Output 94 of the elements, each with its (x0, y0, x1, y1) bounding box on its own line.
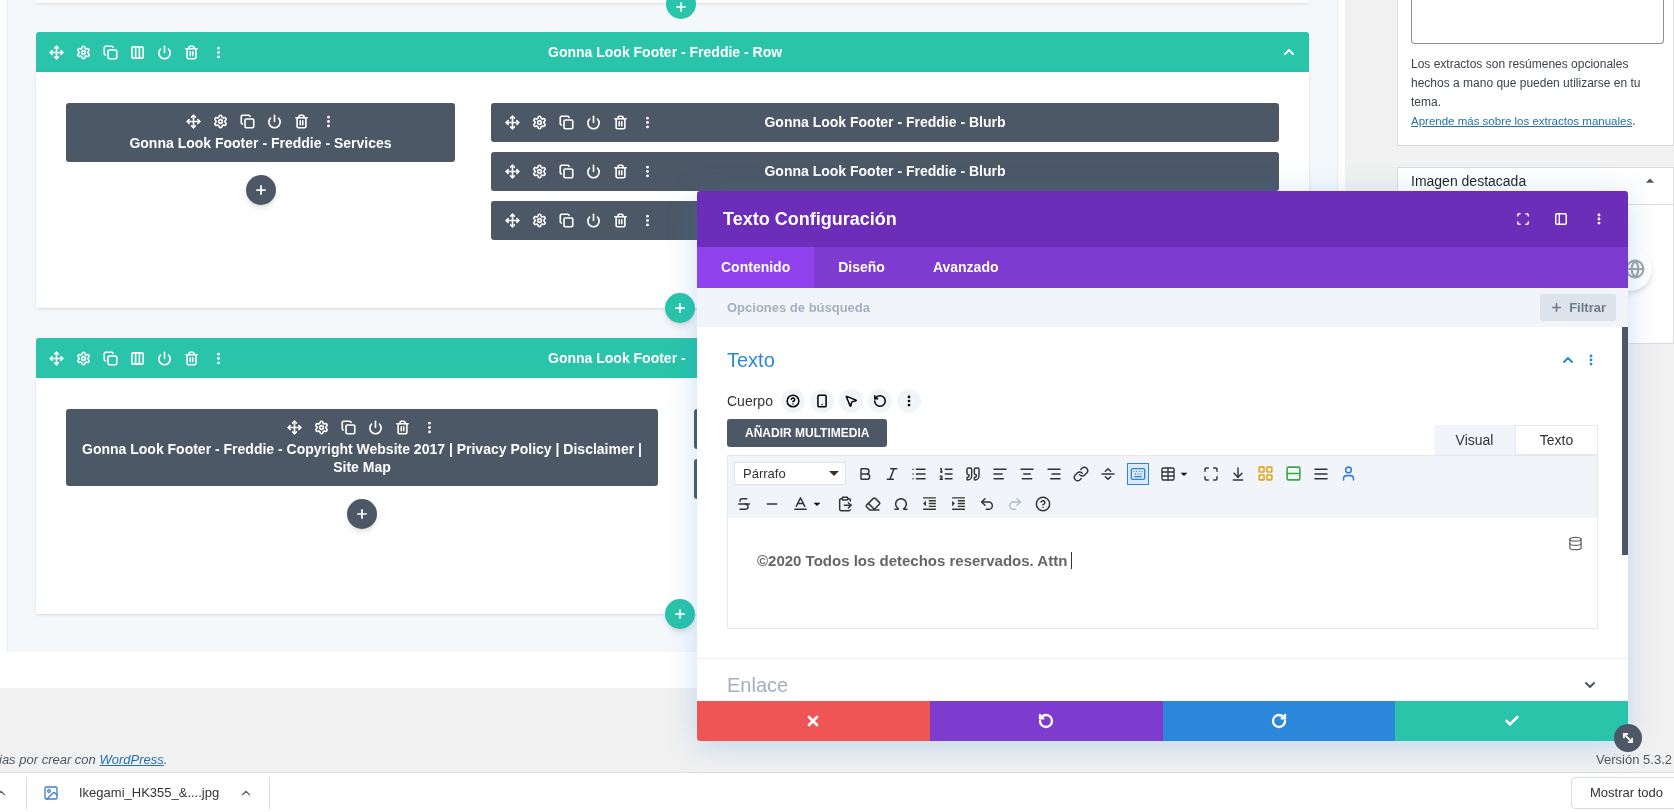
expand-view-icon[interactable] (1516, 212, 1530, 226)
format-select[interactable]: Párrafo (734, 462, 846, 485)
settings-tab[interactable]: Contenido (697, 247, 815, 288)
indent-icon[interactable] (950, 495, 967, 512)
resize-handle[interactable] (1614, 724, 1642, 752)
link-icon[interactable] (1073, 465, 1089, 482)
trash-icon[interactable] (613, 164, 628, 179)
trash-icon[interactable] (613, 115, 628, 130)
move-icon[interactable] (505, 213, 520, 228)
image-file-icon (43, 784, 59, 801)
trash-icon[interactable] (613, 213, 628, 228)
keyboard-icon[interactable] (1127, 462, 1149, 485)
settings-icon[interactable] (212, 114, 228, 129)
database-icon[interactable] (1568, 536, 1583, 551)
plus-icon (674, 0, 688, 14)
settings-icon[interactable] (532, 115, 547, 130)
caret-icon (829, 471, 839, 476)
add-media-button[interactable]: AÑADIR MULTIMEDIA (727, 419, 888, 447)
undo-icon[interactable] (979, 495, 995, 512)
excerpt-field[interactable] (1411, 0, 1664, 44)
panel-title: Imagen destacada (1411, 172, 1527, 191)
trash-icon[interactable] (395, 420, 410, 435)
outdent-icon[interactable] (921, 495, 938, 512)
trash-icon[interactable] (293, 114, 309, 129)
numbered-list-icon[interactable] (938, 465, 954, 482)
undo-icon (1038, 713, 1055, 729)
add-module-button[interactable] (245, 175, 276, 205)
plus-icon (673, 607, 687, 621)
footer-credit: ias por crear con WordPress. (0, 750, 168, 769)
settings-tab[interactable]: Avanzado (908, 247, 1023, 288)
plus-icon (253, 183, 268, 197)
insert-icon[interactable] (1230, 465, 1246, 482)
version-text: Versión 5.3.2 (1596, 750, 1672, 769)
settings-icon[interactable] (314, 420, 329, 435)
paste-icon[interactable] (837, 495, 853, 512)
editor-tab[interactable]: Visual (1434, 425, 1515, 455)
check-icon (1503, 713, 1520, 729)
copy-icon[interactable] (341, 420, 356, 435)
module-title: Gonna Look Footer - Freddie - Blurb (763, 113, 1007, 132)
eraser-icon[interactable] (865, 495, 881, 512)
search-field[interactable]: Opciones de búsqueda Filtrar (697, 288, 1628, 327)
copy-icon[interactable] (559, 164, 574, 179)
editor-tab[interactable]: Texto (1515, 425, 1598, 455)
power-icon[interactable] (368, 420, 383, 435)
add-module-button[interactable] (347, 499, 377, 529)
settings-icon[interactable] (532, 164, 547, 179)
plus-icon (673, 301, 687, 315)
wordpress-link[interactable]: WordPress (99, 751, 164, 767)
power-icon[interactable] (586, 164, 601, 179)
redo-icon (1270, 713, 1287, 729)
read-more-icon[interactable] (1100, 465, 1116, 482)
filter-button[interactable]: Filtrar (1540, 294, 1616, 321)
reset-icon[interactable] (867, 389, 892, 413)
bold-icon[interactable] (857, 465, 873, 482)
globe-icon (1625, 259, 1645, 279)
plus-icon (1550, 301, 1564, 314)
power-icon[interactable] (586, 115, 601, 130)
plus-icon (355, 507, 369, 521)
copy-icon[interactable] (559, 213, 574, 228)
italic-icon[interactable] (884, 465, 900, 482)
rows-icon[interactable] (1285, 465, 1302, 482)
phone-icon[interactable] (809, 389, 834, 413)
row-title: Gonna Look Footer - (548, 348, 686, 368)
settings-tab[interactable]: Diseño (814, 247, 909, 288)
module-title: Gonna Look Footer - Freddie - Services (129, 134, 392, 152)
download-file-name[interactable]: Ikegami_HK355_&....jpg (79, 782, 220, 803)
module-title: Gonna Look Footer - Freddie - Copyright Website 2017 | Privacy Policy | Disclaimer | Site Map (81, 440, 643, 476)
fullscreen-icon[interactable] (1203, 465, 1219, 482)
module-title: Gonna Look Footer - Freddie - Blurb (763, 162, 1007, 181)
power-icon[interactable] (586, 213, 601, 228)
sidebar-view-icon[interactable] (1554, 212, 1568, 226)
move-icon[interactable] (505, 164, 520, 179)
help-icon[interactable] (1035, 495, 1051, 512)
row-title: Gonna Look Footer - Freddie - Row (548, 42, 783, 62)
pointer-icon[interactable] (838, 389, 863, 413)
move-icon[interactable] (505, 115, 520, 130)
strikethrough-icon[interactable] (736, 495, 752, 512)
editor-text: ©2020 Todos los detechos reservados. Attn (757, 552, 1073, 569)
copy-icon[interactable] (559, 115, 574, 130)
help-icon[interactable] (780, 389, 805, 413)
excerpt-help-text: Los extractos son resúmenes opcionales hechos a mano que pueden utilizarse en tu tema. Aprende más sobre los extractos manuales. (1411, 56, 1642, 130)
quote-icon[interactable] (965, 465, 981, 482)
power-icon[interactable] (266, 114, 282, 129)
omega-icon[interactable] (893, 495, 909, 512)
settings-icon[interactable] (532, 213, 547, 228)
resize-icon (1621, 731, 1635, 745)
field-label: Cuerpo (727, 391, 773, 411)
user-icon[interactable] (1340, 465, 1357, 482)
show-all-button[interactable]: Mostrar todo (1571, 776, 1674, 809)
move-icon[interactable] (287, 420, 302, 435)
move-icon[interactable] (185, 114, 201, 129)
section-title[interactable]: Texto (727, 345, 775, 375)
modal-title: Texto Configuración (723, 207, 897, 231)
copy-icon[interactable] (239, 114, 255, 129)
